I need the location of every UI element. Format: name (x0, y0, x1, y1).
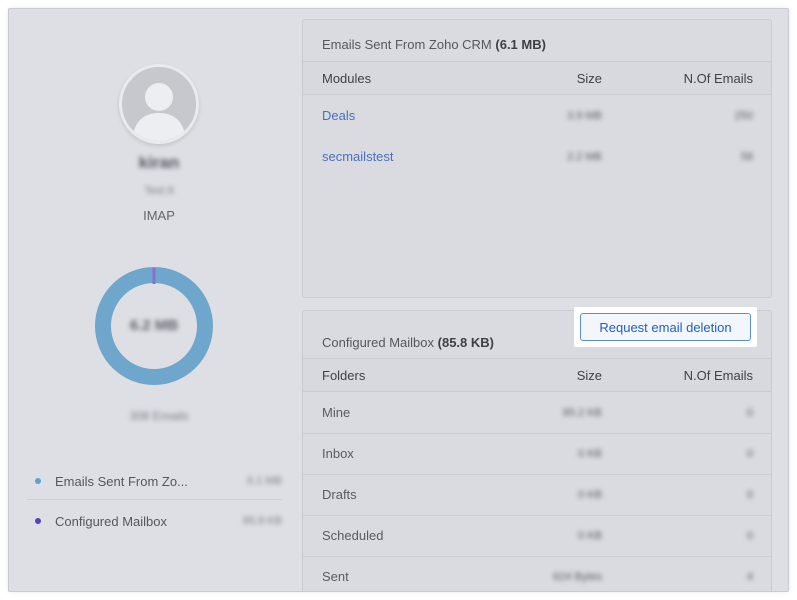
legend-label: Emails Sent From Zo... (55, 473, 188, 489)
card-title: Configured Mailbox (85.8 KB) (322, 335, 494, 350)
table-header: Modules Size N.Of Emails (303, 61, 771, 95)
row-size: 85.2 KB (562, 407, 602, 419)
row-size: 0 KB (578, 448, 602, 460)
table-header: Folders Size N.Of Emails (303, 358, 771, 392)
column-modules[interactable]: Modules (322, 62, 371, 96)
legend-value: 6.1 MB (247, 475, 282, 487)
table-row: Deals 3.9 MB 250 (303, 96, 771, 137)
avatar (119, 64, 199, 144)
row-count: 4 (746, 571, 753, 583)
donut-email-count: 308 Emails (129, 409, 189, 423)
user-name: kiran (138, 153, 180, 172)
legend-item-crm: Emails Sent From Zo... 6.1 MB (27, 461, 282, 501)
table-row: Sent 624 Bytes 4 (303, 557, 771, 591)
row-size: 0 KB (578, 530, 602, 542)
module-link-secmailstest[interactable]: secmailstest (322, 140, 394, 174)
card-title: Emails Sent From Zoho CRM (6.1 MB) (322, 37, 546, 52)
folder-name: Inbox (322, 446, 354, 461)
user-silhouette-icon (132, 83, 186, 141)
row-size: 2.2 MB (567, 151, 602, 163)
user-subtitle: Test 8 (144, 185, 174, 197)
row-count: 0 (746, 407, 753, 419)
column-size[interactable]: Size (577, 359, 602, 393)
row-size: 624 Bytes (553, 571, 602, 583)
configured-mailbox-card: Configured Mailbox (85.8 KB) Folders Siz… (302, 310, 772, 591)
folder-name: Drafts (322, 487, 357, 502)
legend-dot (35, 518, 41, 524)
legend-value: 85.8 KB (242, 515, 282, 527)
row-size: 3.9 MB (567, 110, 602, 122)
folder-name: Mine (322, 405, 351, 420)
email-storage-panel: kiran Test 8 IMAP 6.2 MB 308 Emails Emai… (8, 8, 789, 592)
legend-label: Configured Mailbox (55, 513, 168, 529)
folder-name: Sent (322, 569, 349, 584)
legend-dot (35, 478, 41, 484)
row-count: 58 (740, 151, 753, 163)
donut-total-size: 6.2 MB (129, 317, 179, 334)
row-size: 0 KB (578, 489, 602, 501)
legend-divider (27, 499, 282, 500)
crm-emails-card: Emails Sent From Zoho CRM (6.1 MB) Modul… (302, 19, 772, 298)
request-email-deletion-button[interactable]: Request email deletion (580, 313, 751, 341)
request-deletion-highlight: Request email deletion (574, 307, 757, 347)
folder-name: Scheduled (322, 528, 384, 543)
row-count: 0 (746, 530, 753, 542)
legend-item-mailbox: Configured Mailbox 85.8 KB (27, 501, 282, 541)
account-type: IMAP (143, 208, 175, 223)
table-row: Mine 85.2 KB 0 (303, 393, 771, 434)
row-count: 0 (746, 448, 753, 460)
column-folders[interactable]: Folders (322, 359, 365, 393)
module-link-deals[interactable]: Deals (322, 99, 355, 133)
table-row: Inbox 0 KB 0 (303, 434, 771, 475)
column-count[interactable]: N.Of Emails (684, 62, 753, 96)
table-row: secmailstest 2.2 MB 58 (303, 137, 771, 178)
table-row: Drafts 0 KB 0 (303, 475, 771, 516)
table-row: Scheduled 0 KB 0 (303, 516, 771, 557)
row-count: 250 (734, 110, 753, 122)
column-size[interactable]: Size (577, 62, 602, 96)
row-count: 0 (746, 489, 753, 501)
column-count[interactable]: N.Of Emails (684, 359, 753, 393)
